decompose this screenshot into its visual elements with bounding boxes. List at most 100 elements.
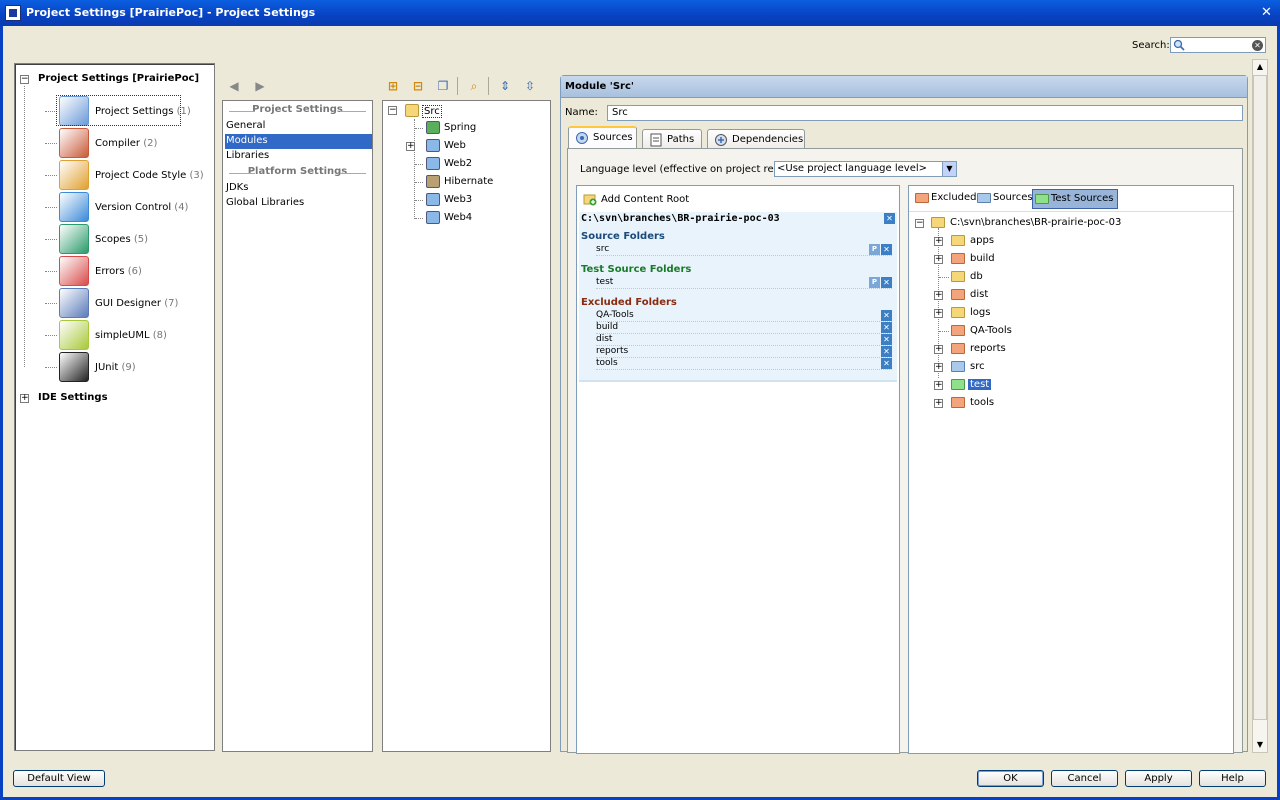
add-module-icon[interactable]: ⊞: [384, 77, 402, 95]
copy-icon[interactable]: ❐: [434, 77, 452, 95]
tab-paths[interactable]: Paths: [642, 129, 702, 150]
content-root-path: C:\svn\branches\BR-prairie-poc-03: [581, 213, 780, 224]
remove-folder-icon[interactable]: ✕: [881, 346, 892, 357]
remove-folder-icon[interactable]: ✕: [881, 358, 892, 369]
mark-sources-button[interactable]: Sources: [975, 189, 1037, 209]
mark-test-sources-button[interactable]: Test Sources: [1032, 189, 1119, 209]
list-item-libraries[interactable]: Libraries: [225, 149, 372, 164]
properties-icon[interactable]: P: [869, 277, 880, 288]
sidebar-item-shortcut: (9): [121, 362, 136, 373]
focus-ring: [56, 95, 181, 126]
apply-button[interactable]: Apply: [1125, 770, 1192, 787]
expand-icon[interactable]: +: [20, 394, 29, 403]
forward-icon[interactable]: ▶: [251, 77, 269, 95]
settings-category-list[interactable]: Project Settings General Modules Librari…: [222, 100, 373, 752]
module-icon: [426, 175, 440, 188]
remove-folder-icon[interactable]: ✕: [881, 244, 892, 255]
scrollbar-thumb[interactable]: [1253, 75, 1267, 720]
language-level-select[interactable]: <Use project language level> ▼: [774, 161, 957, 177]
expand-icon[interactable]: +: [934, 309, 943, 318]
module-panel: Module 'Src' Name: Src Sources Paths Dep…: [560, 75, 1248, 754]
remove-module-icon[interactable]: ⊟: [409, 77, 427, 95]
find-icon[interactable]: ⌕: [465, 77, 483, 95]
tree-root-project[interactable]: Project Settings [PrairiePoc]: [38, 73, 199, 84]
folder-icon: [951, 235, 965, 246]
folder-icon: [951, 361, 965, 372]
version-control-icon: [59, 192, 89, 222]
expand-icon[interactable]: +: [934, 363, 943, 372]
folder-icon: [951, 379, 965, 390]
folder-icon: [951, 271, 965, 282]
excluded-folder-item: build ✕: [596, 322, 892, 334]
mark-folder-toolbar: Excluded Sources Test Sources: [909, 186, 1233, 212]
folder-icon: [951, 343, 965, 354]
expand-all-icon[interactable]: ⇕: [496, 77, 514, 95]
remove-folder-icon[interactable]: ✕: [881, 310, 892, 321]
collapse-icon[interactable]: −: [915, 219, 924, 228]
back-icon[interactable]: ◀: [225, 77, 243, 95]
module-icon: [426, 193, 440, 206]
open-folder-icon: [931, 217, 945, 228]
expand-icon[interactable]: +: [934, 255, 943, 264]
ok-button[interactable]: OK: [977, 770, 1044, 787]
module-icon: [426, 121, 440, 134]
list-item-global-libraries[interactable]: Global Libraries: [225, 196, 372, 211]
expand-icon[interactable]: +: [934, 291, 943, 300]
folder-icon: [951, 289, 965, 300]
search-box[interactable]: ✕: [1170, 37, 1266, 53]
expand-icon[interactable]: +: [934, 237, 943, 246]
clear-search-icon[interactable]: ✕: [1252, 40, 1263, 51]
collapse-icon[interactable]: −: [388, 106, 397, 115]
mark-excluded-button[interactable]: Excluded: [913, 189, 981, 209]
folder-tree-panel[interactable]: Excluded Sources Test Sources − C:\svn\b…: [908, 185, 1234, 754]
expand-icon[interactable]: +: [934, 381, 943, 390]
remove-folder-icon[interactable]: ✕: [881, 277, 892, 288]
errors-icon: [59, 256, 89, 286]
expand-icon[interactable]: +: [934, 399, 943, 408]
collapse-all-icon[interactable]: ⇳: [521, 77, 539, 95]
chevron-down-icon[interactable]: ▼: [942, 162, 956, 176]
tab-dependencies[interactable]: Dependencies: [707, 129, 805, 150]
expand-icon[interactable]: +: [934, 345, 943, 354]
project-settings-header: Project Settings: [223, 104, 372, 118]
module-tree[interactable]: − Src Spring + Web Web2 Hibernate Web3 Web4: [382, 100, 551, 752]
close-icon[interactable]: ✕: [1259, 5, 1274, 20]
tree-root-ide[interactable]: IDE Settings: [38, 392, 108, 403]
folder-icon: [405, 104, 419, 117]
properties-icon[interactable]: P: [869, 244, 880, 255]
default-view-button[interactable]: Default View: [13, 770, 105, 787]
settings-tree[interactable]: − Project Settings [PrairiePoc] Project …: [14, 63, 215, 751]
remove-content-root-icon[interactable]: ✕: [884, 213, 895, 224]
compiler-icon: [59, 128, 89, 158]
list-item-modules[interactable]: Modules: [225, 134, 372, 149]
test-folders-title: Test Source Folders: [581, 264, 692, 275]
remove-folder-icon[interactable]: ✕: [881, 322, 892, 333]
vertical-scrollbar[interactable]: ▲ ▼: [1252, 59, 1268, 753]
test-folder-item: test P ✕: [596, 277, 892, 289]
dependencies-tab-icon: [715, 134, 727, 146]
module-header: Module 'Src': [561, 76, 1247, 98]
list-item-general[interactable]: General: [225, 119, 372, 134]
module-icon: [426, 139, 440, 152]
sidebar-item-shortcut: (8): [152, 330, 167, 341]
expand-icon[interactable]: +: [406, 142, 415, 151]
sidebar-item-shortcut: (7): [164, 298, 179, 309]
sidebar-item-label: Compiler: [95, 138, 141, 149]
help-button[interactable]: Help: [1199, 770, 1266, 787]
scroll-down-icon[interactable]: ▼: [1253, 738, 1267, 752]
tab-sources[interactable]: Sources: [568, 126, 637, 149]
search-input[interactable]: [1189, 38, 1259, 52]
list-item-jdks[interactable]: JDKs: [225, 181, 372, 196]
app-icon[interactable]: [5, 5, 21, 21]
code-style-icon: [59, 160, 89, 190]
excluded-folder-item: reports ✕: [596, 346, 892, 358]
remove-folder-icon[interactable]: ✕: [881, 334, 892, 345]
module-name-field[interactable]: Src: [607, 105, 1243, 121]
folder-icon: [951, 325, 965, 336]
collapse-icon[interactable]: −: [20, 75, 29, 84]
junit-icon: [59, 352, 89, 382]
scroll-up-icon[interactable]: ▲: [1253, 60, 1267, 74]
sidebar-item-label: JUnit: [95, 362, 119, 373]
cancel-button[interactable]: Cancel: [1051, 770, 1118, 787]
search-label: Search:: [1132, 40, 1170, 51]
